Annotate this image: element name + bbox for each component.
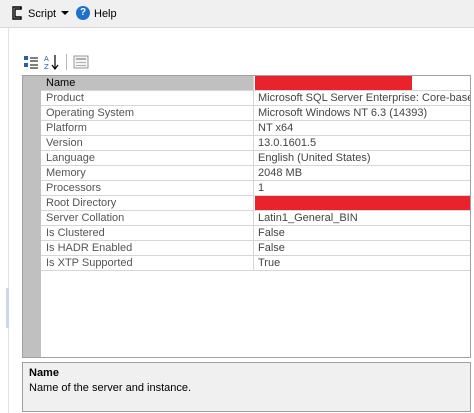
- property-value[interactable]: [255, 196, 470, 210]
- property-row[interactable]: Version 13.0.1601.5: [41, 136, 470, 151]
- property-value[interactable]: Latin1_General_BIN: [255, 211, 470, 225]
- alphabetical-button[interactable]: A Z: [43, 53, 61, 71]
- svg-text:A: A: [44, 55, 49, 63]
- script-icon[interactable]: [10, 5, 24, 21]
- property-row[interactable]: Platform NT x64: [41, 121, 470, 136]
- property-row[interactable]: Operating System Microsoft Windows NT 6.3…: [41, 106, 470, 121]
- chevron-down-icon[interactable]: [61, 11, 69, 15]
- property-value[interactable]: English (United States): [255, 151, 470, 165]
- property-pages-icon: [73, 55, 89, 69]
- property-value[interactable]: Microsoft SQL Server Enterprise: Core-ba…: [255, 91, 470, 105]
- toolbar-separator: [66, 54, 67, 70]
- description-title: Name: [29, 367, 59, 379]
- description-text: Name of the server and instance.: [29, 382, 192, 394]
- property-grid-toolbar: A Z: [22, 52, 93, 72]
- property-value[interactable]: Microsoft Windows NT 6.3 (14393): [255, 106, 470, 120]
- top-toolbar: Script ? Help: [0, 0, 474, 28]
- property-grid[interactable]: Name Product Microsoft SQL Server Enterpri…: [22, 75, 471, 358]
- property-name: Version: [41, 136, 254, 150]
- left-panel-edge: [0, 28, 9, 413]
- property-row[interactable]: Is HADR Enabled False: [41, 241, 470, 256]
- property-value[interactable]: False: [255, 241, 470, 255]
- property-pages-button[interactable]: [72, 53, 90, 71]
- property-name: Language: [41, 151, 254, 165]
- property-value[interactable]: NT x64: [255, 121, 470, 135]
- property-name: Operating System: [41, 106, 254, 120]
- property-name: Server Collation: [41, 211, 254, 225]
- property-row[interactable]: Root Directory: [41, 196, 470, 211]
- property-name: Is XTP Supported: [41, 256, 254, 270]
- property-name: Memory: [41, 166, 254, 180]
- property-name: Name: [41, 76, 254, 90]
- grid-gutter: [23, 76, 41, 357]
- property-row[interactable]: Memory 2048 MB: [41, 166, 470, 181]
- property-name: Root Directory: [41, 196, 254, 210]
- property-row[interactable]: Processors 1: [41, 181, 470, 196]
- help-button[interactable]: Help: [94, 6, 117, 22]
- help-icon[interactable]: ?: [76, 6, 90, 20]
- property-row[interactable]: Is Clustered False: [41, 226, 470, 241]
- property-row[interactable]: Product Microsoft SQL Server Enterprise: …: [41, 91, 470, 106]
- property-name: Product: [41, 91, 254, 105]
- property-row[interactable]: Is XTP Supported True: [41, 256, 470, 271]
- property-value[interactable]: 13.0.1601.5: [255, 136, 470, 150]
- categorized-button[interactable]: [22, 53, 40, 71]
- property-name: Is HADR Enabled: [41, 241, 254, 255]
- redacted-value: [255, 76, 412, 90]
- description-pane: Name Name of the server and instance.: [22, 362, 471, 412]
- property-row[interactable]: Name: [41, 76, 470, 91]
- property-name: Is Clustered: [41, 226, 254, 240]
- svg-text:Z: Z: [44, 63, 49, 70]
- sort-az-icon: A Z: [44, 55, 59, 70]
- property-value[interactable]: 2048 MB: [255, 166, 470, 180]
- property-value[interactable]: 1: [255, 181, 470, 195]
- property-name: Processors: [41, 181, 254, 195]
- script-button[interactable]: Script: [28, 6, 56, 22]
- property-row[interactable]: Server Collation Latin1_General_BIN: [41, 211, 470, 226]
- categorized-icon: [24, 56, 38, 69]
- redacted-value: [255, 196, 470, 210]
- property-row[interactable]: Language English (United States): [41, 151, 470, 166]
- property-value[interactable]: False: [255, 226, 470, 240]
- property-value[interactable]: [255, 76, 470, 90]
- property-value[interactable]: True: [255, 256, 470, 270]
- property-name: Platform: [41, 121, 254, 135]
